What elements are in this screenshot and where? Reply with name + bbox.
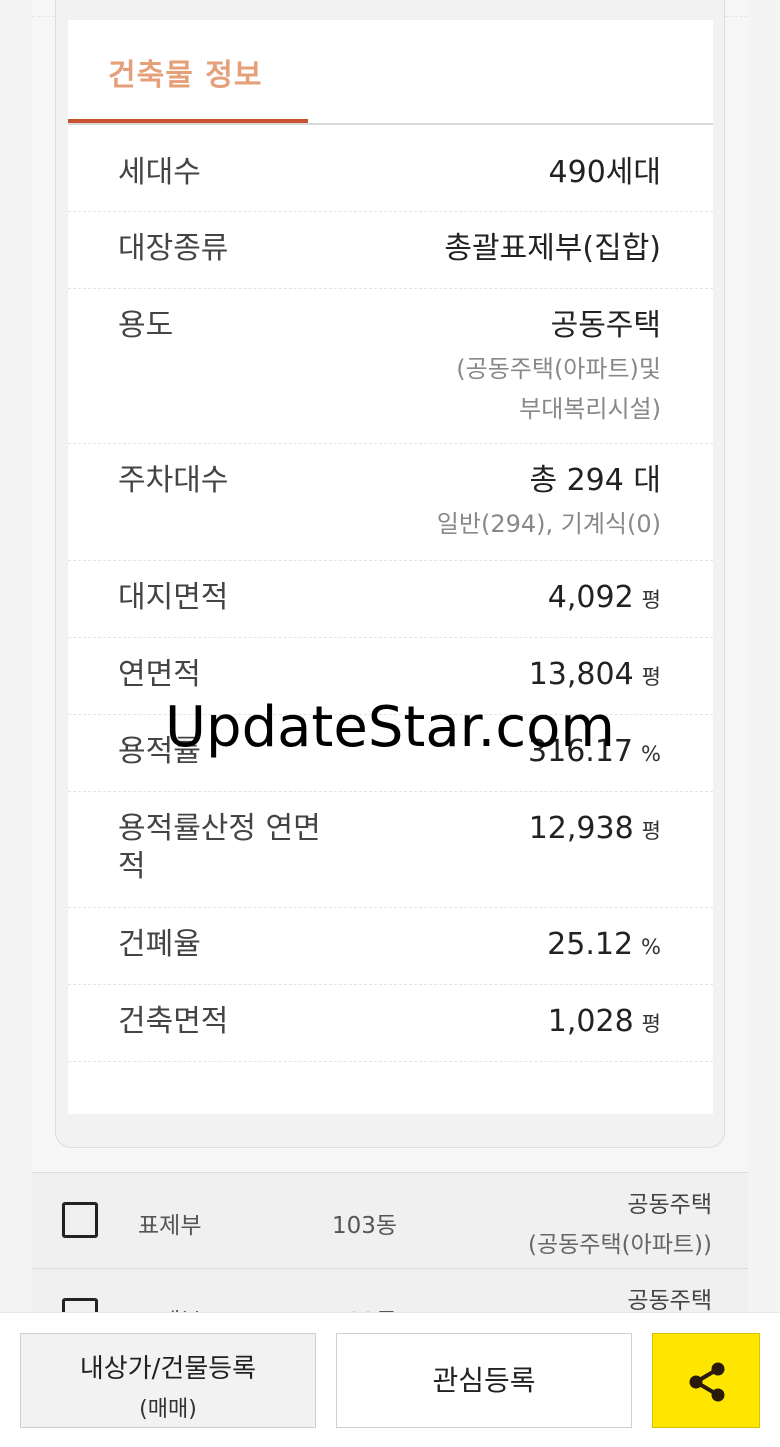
row-label: 주차대수 <box>118 463 229 498</box>
list-item-usage-detail: (공동주택(아파트)) <box>527 1232 712 1258</box>
row-value: 25.12% <box>547 926 661 966</box>
row-value: 12,938 평 <box>529 810 661 850</box>
row-sub-value: 일반(294), 기계식(0) <box>436 510 661 538</box>
bottom-action-bar: 내상가/건물등록 (매매) 관심등록 <box>0 1312 780 1447</box>
row-coverage-ratio: 건폐율 25.12% <box>68 908 713 985</box>
row-sub-value: (공동주택(아파트)및 <box>456 355 661 383</box>
watermark-text: UpdateStar.com <box>165 695 615 760</box>
value-number: 12,938 <box>528 811 634 846</box>
add-interest-button[interactable]: 관심등록 <box>336 1333 632 1428</box>
row-value: 1,028 평 <box>548 1003 661 1043</box>
tab-bar: 건축물 정보 <box>68 20 713 125</box>
building-info-card: 건축물 정보 세대수 490세대 대장종류 총괄표제부(집합) 용도 공동주택 … <box>68 20 713 1114</box>
list-item-usage: 공동주택 <box>627 1192 712 1218</box>
tab-active-indicator <box>68 119 308 123</box>
row-value: 4,092 평 <box>548 579 661 619</box>
row-far-floor-area: 용적률산정 연면 적 12,938 평 <box>68 792 713 908</box>
row-label-cont: 적 <box>118 849 146 884</box>
tab-building-info[interactable]: 건축물 정보 <box>108 50 262 94</box>
value-unit: 평 <box>641 665 661 689</box>
row-label: 용적률산정 연면 <box>118 811 321 846</box>
list-item-type: 표제부 <box>138 1213 202 1239</box>
value-unit: 평 <box>641 588 661 612</box>
row-label: 건축면적 <box>118 1004 229 1039</box>
register-store-button[interactable]: 내상가/건물등록 (매매) <box>20 1333 316 1428</box>
share-icon <box>689 1362 725 1402</box>
value-number: 13,804 <box>528 657 634 692</box>
value-number: 4,092 <box>547 580 634 615</box>
row-value: 총 294 대 <box>529 463 661 498</box>
register-button-sublabel: (매매) <box>139 1397 197 1422</box>
row-checkbox[interactable] <box>62 1202 98 1238</box>
row-value: 공동주택 <box>550 308 661 343</box>
value-unit: 평 <box>641 819 661 843</box>
row-building-area: 건축면적 1,028 평 <box>68 985 713 1062</box>
row-label: 대지면적 <box>118 580 229 615</box>
row-label: 대장종류 <box>118 231 229 266</box>
value-unit: 평 <box>641 1012 661 1036</box>
row-value: 490세대 <box>548 155 661 190</box>
row-value: 13,804 평 <box>529 656 661 696</box>
share-button[interactable] <box>652 1333 760 1428</box>
row-label: 연면적 <box>118 657 201 692</box>
list-item-usage: 공동주택 <box>627 1288 712 1314</box>
row-sub-value: 부대복리시설) <box>519 395 661 423</box>
row-households: 세대수 490세대 <box>68 135 713 212</box>
register-button-label: 내상가/건물등록 <box>79 1354 257 1384</box>
row-value: 총괄표제부(집합) <box>444 231 661 266</box>
row-label: 세대수 <box>118 155 201 190</box>
list-item-dong: 103동 <box>332 1213 398 1239</box>
value-number: 25.12 <box>547 927 634 962</box>
row-label: 용도 <box>118 308 174 343</box>
row-register-type: 대장종류 총괄표제부(집합) <box>68 212 713 289</box>
row-label: 건폐율 <box>118 927 201 962</box>
building-info-rows: 세대수 490세대 대장종류 총괄표제부(집합) 용도 공동주택 (공동주택(아… <box>68 155 713 1062</box>
value-number: 1,028 <box>547 1004 634 1039</box>
row-land-area: 대지면적 4,092 평 <box>68 561 713 638</box>
row-parking: 주차대수 총 294 대 일반(294), 기계식(0) <box>68 444 713 561</box>
row-usage: 용도 공동주택 (공동주택(아파트)및 부대복리시설) <box>68 289 713 444</box>
list-item[interactable]: 표제부 103동 공동주택 (공동주택(아파트)) <box>32 1172 748 1268</box>
value-unit: % <box>641 935 661 959</box>
